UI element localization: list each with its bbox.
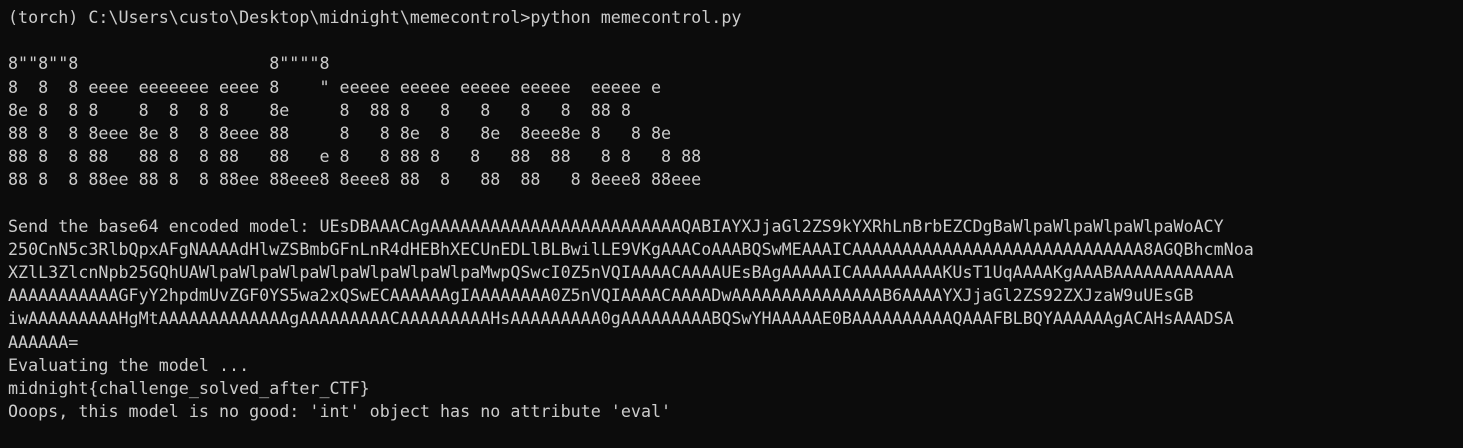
base64-line: iwAAAAAAAAAHgMtAAAAAAAAAAAAAgAAAAAAAAACA… <box>8 308 1234 329</box>
error-message: Ooops, this model is no good: 'int' obje… <box>8 401 672 422</box>
command-prompt-line: (torch) C:\Users\custo\Desktop\midnight\… <box>8 7 742 27</box>
banner-line: 88 8 8 88 88 8 8 88 88 e 8 8 88 8 8 88 8… <box>8 146 702 167</box>
base64-line: XZlL3ZlcnNpb25GQhUAWlpaWlpaWlpaWlpaWlpaW… <box>8 262 1234 283</box>
evaluating-status: Evaluating the model ... <box>8 354 250 375</box>
base64-line: 250CnN5c3RlbQpxAFgNAAAAdHlwZSBmbGFnLnR4d… <box>8 238 1254 259</box>
banner-line: 88 8 8 8eee 8e 8 8 8eee 88 8 8 8e 8 8e 8… <box>8 122 672 143</box>
flag-output: midnight{challenge_solved_after_CTF} <box>8 378 370 398</box>
base64-line: AAAAAAAAAAAGFyY2hpdmUvZGF0YS5wa2xQSwECAA… <box>8 285 1194 306</box>
banner-line: 88 8 8 88ee 88 8 8 88ee 88eee8 8eee8 88 … <box>8 169 702 190</box>
base64-line: Send the base64 encoded model: UEsDBAAAC… <box>8 215 1224 236</box>
banner-line: 8 8 8 eeee eeeeeee eeee 8 " eeeee eeeee … <box>8 76 662 97</box>
ascii-banner: 8""8""8 8""""8 8 8 8 eeee eeeeeee eeee 8… <box>8 52 1463 191</box>
banner-line: 8""8""8 8""""8 <box>8 53 330 74</box>
base64-line: AAAAAA= <box>8 331 79 352</box>
terminal-window[interactable]: (torch) C:\Users\custo\Desktop\midnight\… <box>0 0 1463 448</box>
base64-input-block: Send the base64 encoded model: UEsDBAAAC… <box>8 215 1463 354</box>
banner-line: 8e 8 8 8 8 8 8 8 8e 8 88 8 8 8 8 8 88 8 <box>8 99 631 120</box>
